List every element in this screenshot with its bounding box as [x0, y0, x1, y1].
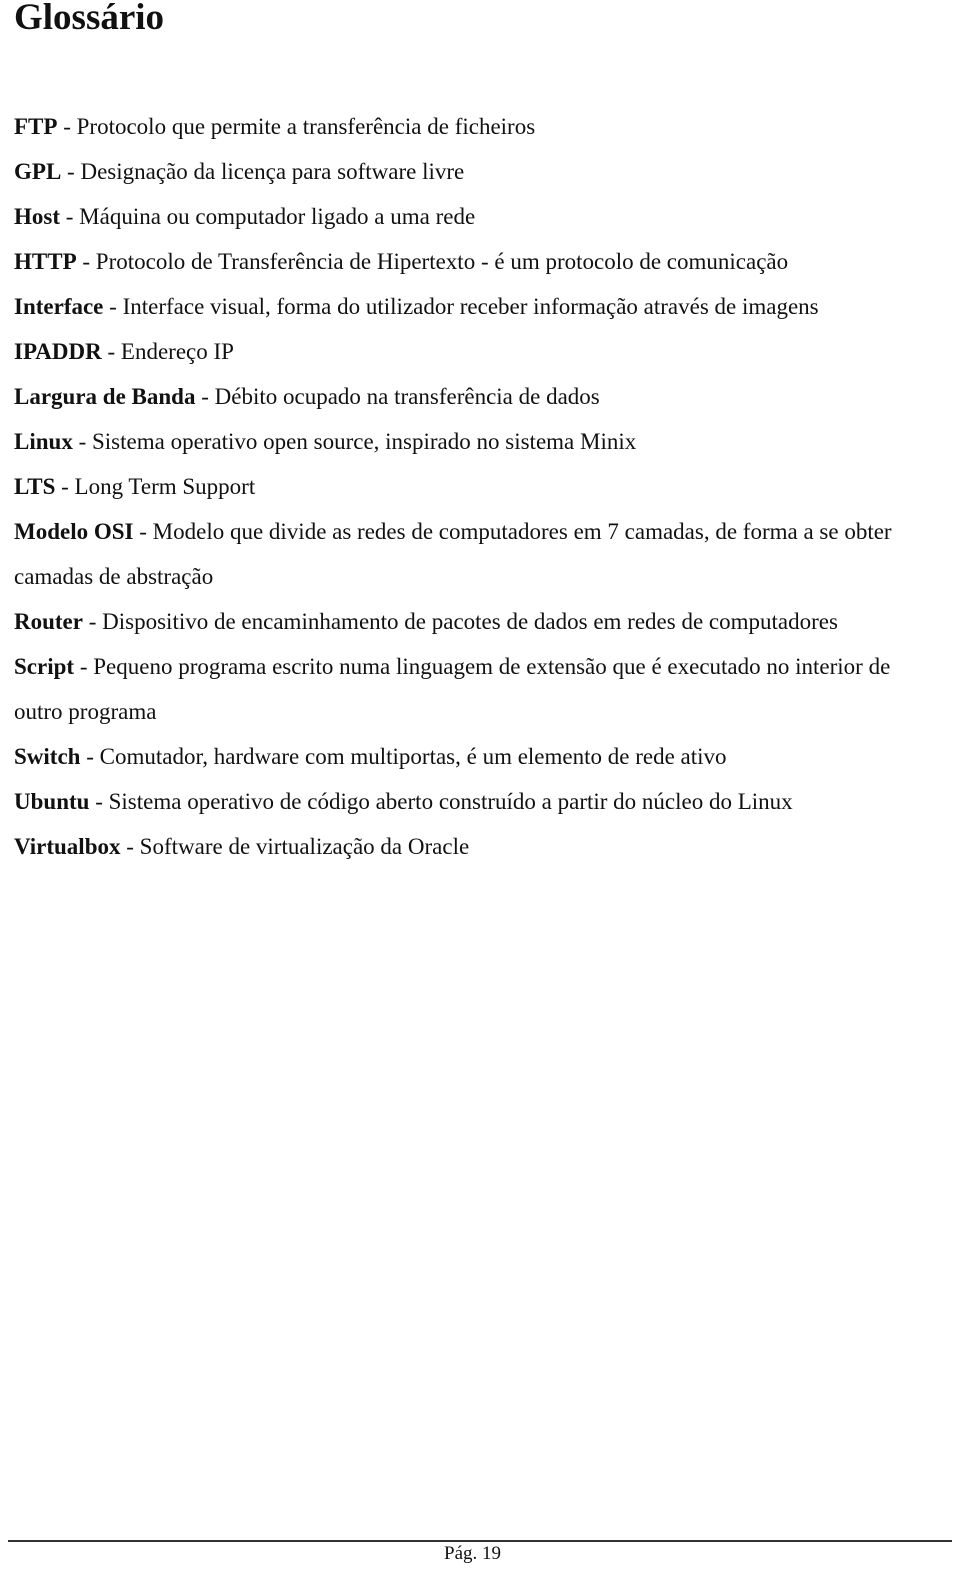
separator: - — [133, 519, 153, 544]
glossary-entry: IPADDR - Endereço IP — [14, 329, 939, 374]
glossary-term: Switch — [14, 744, 81, 769]
glossary-term: FTP — [14, 114, 58, 139]
glossary-entry: GPL - Designação da licença para softwar… — [14, 149, 939, 194]
glossary-term: Modelo OSI — [14, 519, 134, 544]
glossary-term: Ubuntu — [14, 789, 90, 814]
glossary-entry: Host - Máquina ou computador ligado a um… — [14, 194, 939, 239]
separator: - — [120, 834, 140, 859]
page-number: Pág. 19 — [444, 1543, 501, 1564]
separator: - — [72, 429, 92, 454]
glossary-term: Largura de Banda — [14, 384, 196, 409]
glossary-entry: Router - Dispositivo de encaminhamento d… — [14, 599, 939, 644]
glossary-definition: Sistema operativo de código aberto const… — [108, 789, 793, 814]
glossary-definition: Endereço IP — [120, 339, 234, 364]
separator: - — [55, 474, 75, 499]
glossary-definition: Long Term Support — [74, 474, 256, 499]
separator: - — [89, 789, 109, 814]
glossary-entry: HTTP - Protocolo de Transferência de Hip… — [14, 239, 939, 284]
glossary-term: IPADDR — [14, 339, 102, 364]
glossary-definition: Sistema operativo open source, inspirado… — [92, 429, 637, 454]
separator: - — [57, 114, 77, 139]
glossary-term: HTTP — [14, 249, 77, 274]
glossary-definition: Protocolo de Transferência de Hipertexto… — [95, 249, 789, 274]
glossary-term: Router — [14, 609, 83, 634]
glossary-definition: Interface visual, forma do utilizador re… — [122, 294, 819, 319]
glossary-entry: FTP - Protocolo que permite a transferên… — [14, 104, 939, 149]
glossary-entry: Ubuntu - Sistema operativo de código abe… — [14, 779, 939, 824]
glossary-entry: Virtualbox - Software de virtualização d… — [14, 824, 939, 869]
separator: - — [80, 744, 100, 769]
glossary-term: Host — [14, 204, 60, 229]
glossary-definition: Débito ocupado na transferência de dados — [214, 384, 600, 409]
glossary-definition: Designação da licença para software livr… — [80, 159, 465, 184]
glossary-term: Interface — [14, 294, 104, 319]
glossary-entry: LTS - Long Term Support — [14, 464, 939, 509]
glossary-definition: Software de virtualização da Oracle — [139, 834, 470, 859]
separator: - — [103, 294, 123, 319]
glossary-entry: Modelo OSI - Modelo que divide as redes … — [14, 509, 939, 599]
glossary-list: FTP - Protocolo que permite a transferên… — [14, 104, 939, 869]
separator: - — [61, 159, 81, 184]
glossary-entry: Switch - Comutador, hardware com multipo… — [14, 734, 939, 779]
separator: - — [82, 609, 103, 634]
glossary-term: Script — [14, 654, 75, 679]
glossary-term: LTS — [14, 474, 56, 499]
separator: - — [76, 249, 96, 274]
glossary-definition: Dispositivo de encaminhamento de pacotes… — [102, 609, 838, 634]
glossary-definition: Comutador, hardware com multiportas, é u… — [99, 744, 727, 769]
glossary-term: Linux — [14, 429, 73, 454]
glossary-entry: Interface - Interface visual, forma do u… — [14, 284, 939, 329]
separator: - — [74, 654, 94, 679]
glossary-definition: Pequeno programa escrito numa linguagem … — [14, 654, 891, 724]
glossary-term: Virtualbox — [14, 834, 121, 859]
glossary-definition: Protocolo que permite a transferência de… — [76, 114, 536, 139]
glossary-term: GPL — [14, 159, 62, 184]
separator: - — [101, 339, 121, 364]
glossary-entry: Script - Pequeno programa escrito numa l… — [14, 644, 939, 734]
separator: - — [195, 384, 215, 409]
page-title: Glossário — [14, 0, 165, 38]
glossary-entry: Largura de Banda - Débito ocupado na tra… — [14, 374, 939, 419]
glossary-definition: Máquina ou computador ligado a uma rede — [79, 204, 476, 229]
glossary-entry: Linux - Sistema operativo open source, i… — [14, 419, 939, 464]
separator: - — [60, 204, 80, 229]
